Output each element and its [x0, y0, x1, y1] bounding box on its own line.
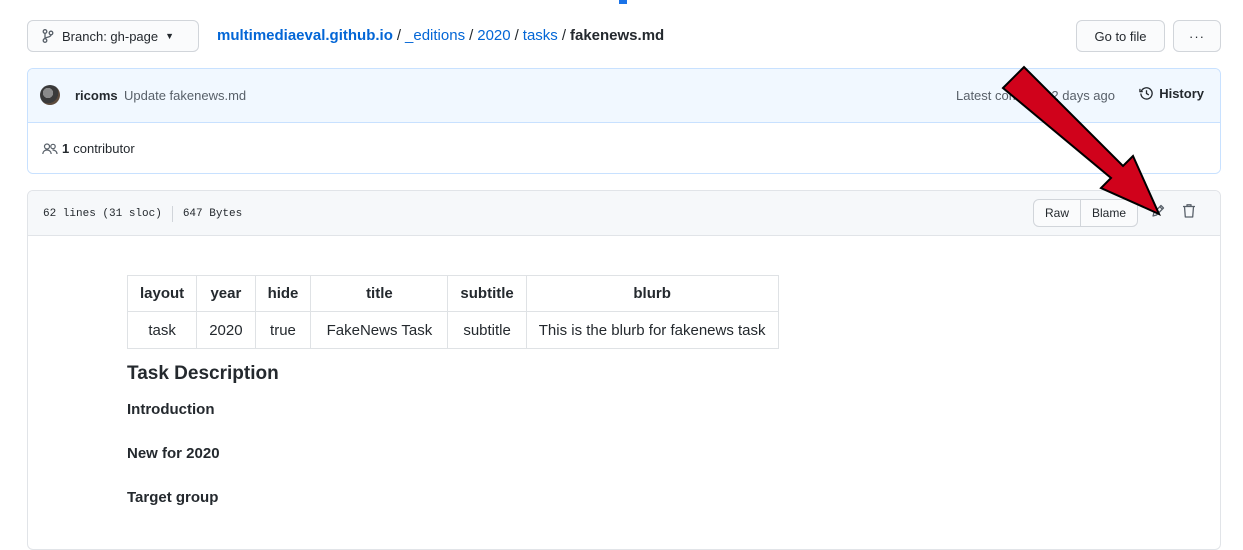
commit-author-link[interactable]: ricoms — [75, 88, 118, 103]
commit-message-link[interactable]: Update fakenews.md — [124, 88, 246, 103]
branch-label: Branch: gh-page — [62, 28, 159, 44]
breadcrumb-editions-link[interactable]: _editions — [405, 27, 465, 44]
contributor-label: contributor — [73, 141, 135, 156]
breadcrumb: multimediaeval.github.io / _editions/2020/… — [217, 27, 664, 44]
front-matter-table: layout year hide title subtitle blurb ta… — [126, 275, 779, 349]
latest-commit-info: Latest commit d 2 days ago — [956, 88, 1115, 103]
breadcrumb-repo-link[interactable]: multimediaeval.github.io — [217, 27, 393, 44]
breadcrumb-separator: / — [469, 27, 474, 44]
table-header-cell: year — [196, 275, 256, 312]
raw-button[interactable]: Raw — [1033, 199, 1081, 227]
file-navigation-bar: Branch: gh-page ▼ multimediaeval.github.… — [27, 20, 1221, 52]
git-branch-icon — [42, 29, 54, 43]
table-cell: true — [254, 311, 312, 349]
table-header-cell: blurb — [525, 275, 779, 312]
file-info-divider — [171, 206, 173, 222]
table-cell: subtitle — [447, 311, 527, 349]
subheading-introduction: Introduction — [127, 401, 215, 418]
file-viewer: 62 lines (31 sloc) 647 Bytes Raw Blame l… — [27, 190, 1221, 550]
section-heading: Task Description — [127, 363, 279, 384]
avatar[interactable] — [40, 85, 60, 105]
trash-icon[interactable] — [1182, 203, 1196, 219]
caret-down-icon: ▼ — [165, 31, 175, 41]
table-row: task 2020 true FakeNews Task subtitle Th… — [126, 311, 779, 349]
table-cell: This is the blurb for fakenews task — [525, 311, 779, 349]
contributors-row: 1 contributor — [28, 123, 1220, 173]
top-edge-marker — [619, 0, 627, 4]
table-header-cell: subtitle — [447, 275, 527, 312]
latest-commit-label: Latest commit — [955, 88, 1037, 103]
breadcrumb-current-file: fakenews.md — [569, 27, 665, 44]
history-link[interactable]: History — [1139, 86, 1204, 101]
go-to-file-button[interactable]: Go to file — [1076, 20, 1165, 52]
file-actions-group: Raw Blame — [1033, 199, 1138, 227]
breadcrumb-2020-link[interactable]: 2020 — [477, 27, 510, 44]
table-cell: 2020 — [196, 311, 256, 349]
table-header-cell: layout — [126, 275, 198, 312]
commit-bar: ricoms Update fakenews.md Latest commit … — [28, 69, 1220, 123]
file-header: 62 lines (31 sloc) 647 Bytes Raw Blame — [28, 191, 1220, 236]
people-icon — [42, 142, 58, 155]
latest-commit-box: ricoms Update fakenews.md Latest commit … — [27, 68, 1221, 174]
history-label: History — [1159, 86, 1204, 101]
table-header-row: layout year hide title subtitle blurb — [126, 275, 779, 312]
contributors-link[interactable]: 1 contributor — [42, 141, 135, 156]
breadcrumb-separator: / — [561, 27, 566, 44]
file-info: 62 lines (31 sloc) 647 Bytes — [43, 206, 242, 222]
pencil-icon[interactable] — [1150, 203, 1166, 219]
file-line-count: 62 lines (31 sloc) — [43, 208, 162, 220]
branch-selector-button[interactable]: Branch: gh-page ▼ — [27, 20, 199, 52]
blame-button[interactable]: Blame — [1080, 199, 1138, 227]
commit-time: 2 days ago — [1051, 88, 1115, 103]
table-cell: task — [126, 311, 198, 349]
subheading-new-for-2020: New for 2020 — [127, 445, 220, 462]
history-icon — [1139, 86, 1154, 101]
commit-hash-link[interactable]: d — [1041, 88, 1048, 103]
breadcrumb-separator: / — [514, 27, 519, 44]
subheading-target-group: Target group — [127, 489, 219, 506]
table-cell: FakeNews Task — [310, 311, 449, 349]
markdown-body: layout year hide title subtitle blurb ta… — [126, 275, 779, 506]
file-size: 647 Bytes — [182, 208, 243, 220]
table-header-cell: hide — [254, 275, 312, 312]
contributor-count: 1 — [62, 141, 70, 156]
more-options-button[interactable]: ··· — [1173, 20, 1221, 52]
table-header-cell: title — [310, 275, 449, 312]
breadcrumb-separator: / — [396, 27, 402, 44]
breadcrumb-tasks-link[interactable]: tasks — [523, 27, 558, 44]
